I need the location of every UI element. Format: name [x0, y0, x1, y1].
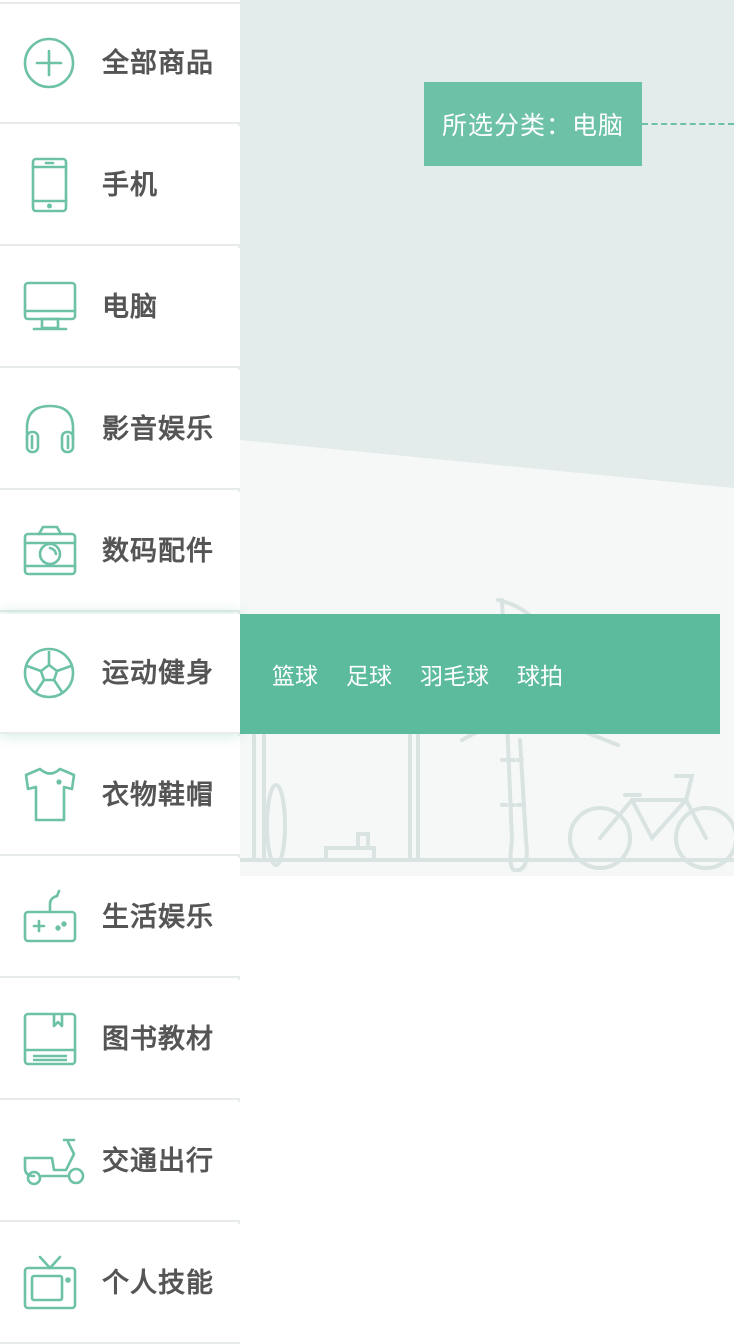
sidebar-item-label: 运动健身 — [102, 658, 214, 689]
book-icon — [23, 1012, 77, 1066]
subcategory-badminton[interactable]: 羽毛球 — [420, 657, 489, 691]
sidebar-item-computers[interactable]: 电脑 — [0, 248, 240, 368]
subcategory-basketball[interactable]: 篮球 — [272, 657, 318, 691]
category-banner: 所选分类：电脑 — [240, 0, 734, 876]
sidebar-item-clothing[interactable]: 衣物鞋帽 — [0, 736, 240, 856]
sidebar-item-sports-fitness[interactable]: 运动健身 — [0, 614, 240, 734]
sidebar-item-audio-video[interactable]: 影音娱乐 — [0, 370, 240, 490]
sidebar-item-label: 图书教材 — [102, 1024, 214, 1055]
subcategory-menu: 篮球 足球 羽毛球 球拍 — [240, 614, 720, 734]
headphones-icon — [25, 404, 75, 454]
sidebar-item-label: 衣物鞋帽 — [102, 780, 214, 811]
sidebar-item-label: 生活娱乐 — [102, 902, 214, 933]
sidebar-item-label: 数码配件 — [102, 536, 214, 567]
sidebar-item-all-products[interactable]: 全部商品 — [0, 4, 240, 124]
sidebar-item-transport[interactable]: 交通出行 — [0, 1102, 240, 1222]
sidebar-item-label: 影音娱乐 — [102, 414, 214, 445]
phone-icon — [31, 157, 68, 213]
gamepad-icon — [23, 889, 77, 943]
soccer-ball-icon — [23, 647, 75, 699]
sidebar-item-digital-accessories[interactable]: 数码配件 — [0, 492, 240, 612]
sidebar-item-label: 全部商品 — [102, 48, 214, 79]
subcategory-racket[interactable]: 球拍 — [517, 657, 563, 691]
dashed-connector — [642, 123, 734, 125]
sidebar-item-label: 交通出行 — [102, 1146, 214, 1177]
category-sidebar: 全部商品 手机 电脑 影音娱乐 数码配件 运动健身 衣物鞋帽 生活娱乐 图书教材… — [0, 2, 240, 1344]
tv-icon — [23, 1255, 77, 1310]
sidebar-item-label: 电脑 — [102, 292, 158, 323]
tshirt-icon — [24, 767, 76, 822]
subcategory-football[interactable]: 足球 — [346, 657, 392, 691]
scooter-icon — [23, 1138, 85, 1186]
sidebar-item-personal-skills[interactable]: 个人技能 — [0, 1224, 240, 1344]
plus-circle-icon — [23, 37, 75, 89]
sidebar-item-books[interactable]: 图书教材 — [0, 980, 240, 1100]
sidebar-item-life-entertainment[interactable]: 生活娱乐 — [0, 858, 240, 978]
sidebar-item-phones[interactable]: 手机 — [0, 126, 240, 246]
sidebar-item-label: 手机 — [102, 170, 158, 201]
monitor-icon — [23, 281, 77, 331]
selected-category-tag: 所选分类：电脑 — [424, 82, 642, 166]
camera-icon — [23, 525, 77, 576]
sidebar-item-label: 个人技能 — [102, 1268, 214, 1299]
